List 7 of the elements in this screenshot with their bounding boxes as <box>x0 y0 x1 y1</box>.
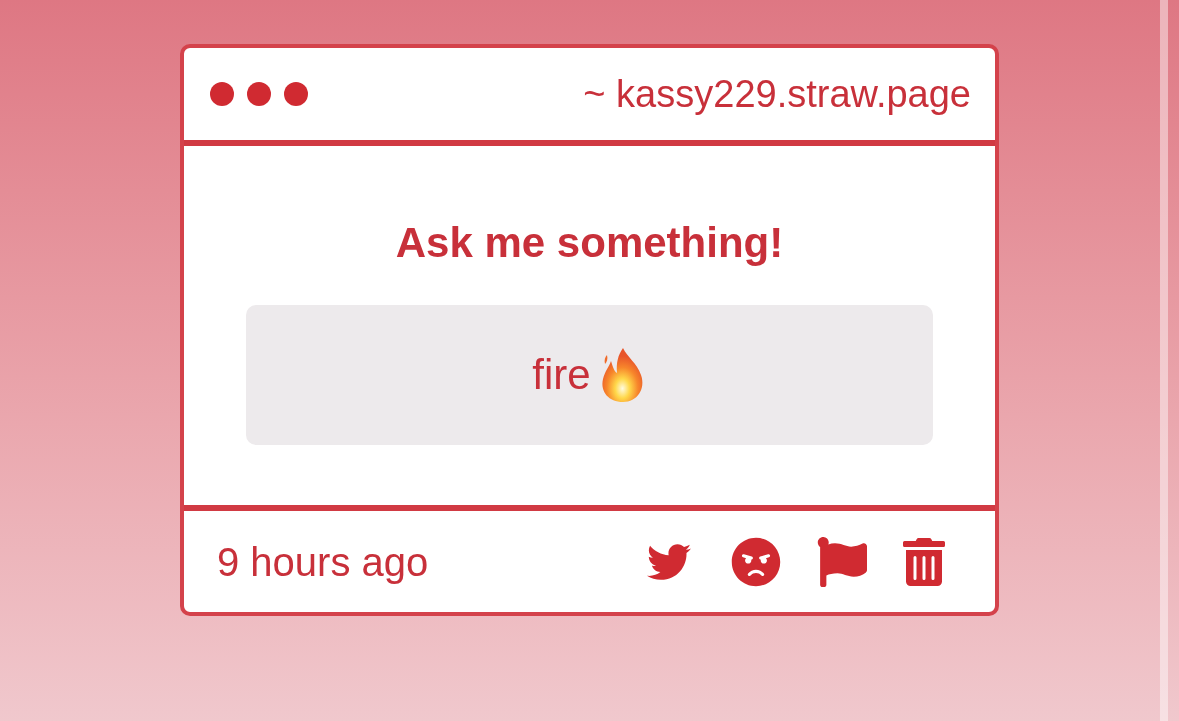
page-url: ~ kassy229.straw.page <box>583 75 971 113</box>
prompt-title: Ask me something! <box>395 222 784 264</box>
flag-icon[interactable] <box>817 536 867 587</box>
post-time: 9 hours ago <box>217 541 429 582</box>
angry-face-icon[interactable] <box>731 536 781 587</box>
answer-text: fire <box>532 354 591 396</box>
trash-icon[interactable] <box>903 537 945 586</box>
